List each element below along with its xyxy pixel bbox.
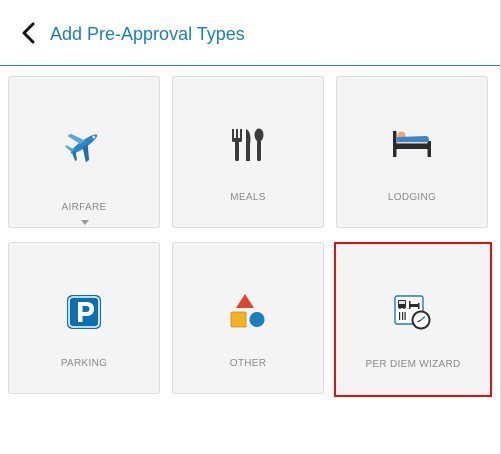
chevron-down-icon[interactable] bbox=[81, 220, 89, 225]
tile-label: MEALS bbox=[230, 192, 266, 203]
per-diem-icon bbox=[394, 295, 432, 331]
tile-other[interactable]: OTHER bbox=[172, 242, 324, 394]
airplane-icon bbox=[65, 125, 103, 163]
bed-icon bbox=[393, 131, 431, 157]
page: Add Pre-Approval Types AIRFARE MEALS LOD… bbox=[0, 0, 501, 454]
tile-airfare[interactable]: AIRFARE bbox=[8, 76, 160, 228]
tile-lodging[interactable]: LODGING bbox=[336, 76, 488, 228]
tile-per-diem-wizard[interactable]: PER DIEM WIZARD bbox=[334, 242, 492, 397]
shapes-icon bbox=[230, 293, 266, 329]
page-title: Add Pre-Approval Types bbox=[50, 24, 245, 44]
tile-label: AIRFARE bbox=[61, 202, 107, 213]
tile-label: LODGING bbox=[387, 192, 437, 203]
tile-label: PARKING bbox=[60, 358, 108, 369]
chevron-left-icon[interactable] bbox=[21, 22, 37, 44]
fork-knife-icon bbox=[231, 128, 265, 162]
header: Add Pre-Approval Types bbox=[0, 0, 500, 66]
back-button[interactable] bbox=[16, 20, 42, 46]
tile-label: OTHER bbox=[229, 358, 267, 369]
tile-label: PER DIEM WIZARD bbox=[365, 359, 461, 370]
tile-meals[interactable]: MEALS bbox=[172, 76, 324, 228]
parking-icon bbox=[67, 295, 101, 329]
tile-parking[interactable]: PARKING bbox=[8, 242, 160, 394]
